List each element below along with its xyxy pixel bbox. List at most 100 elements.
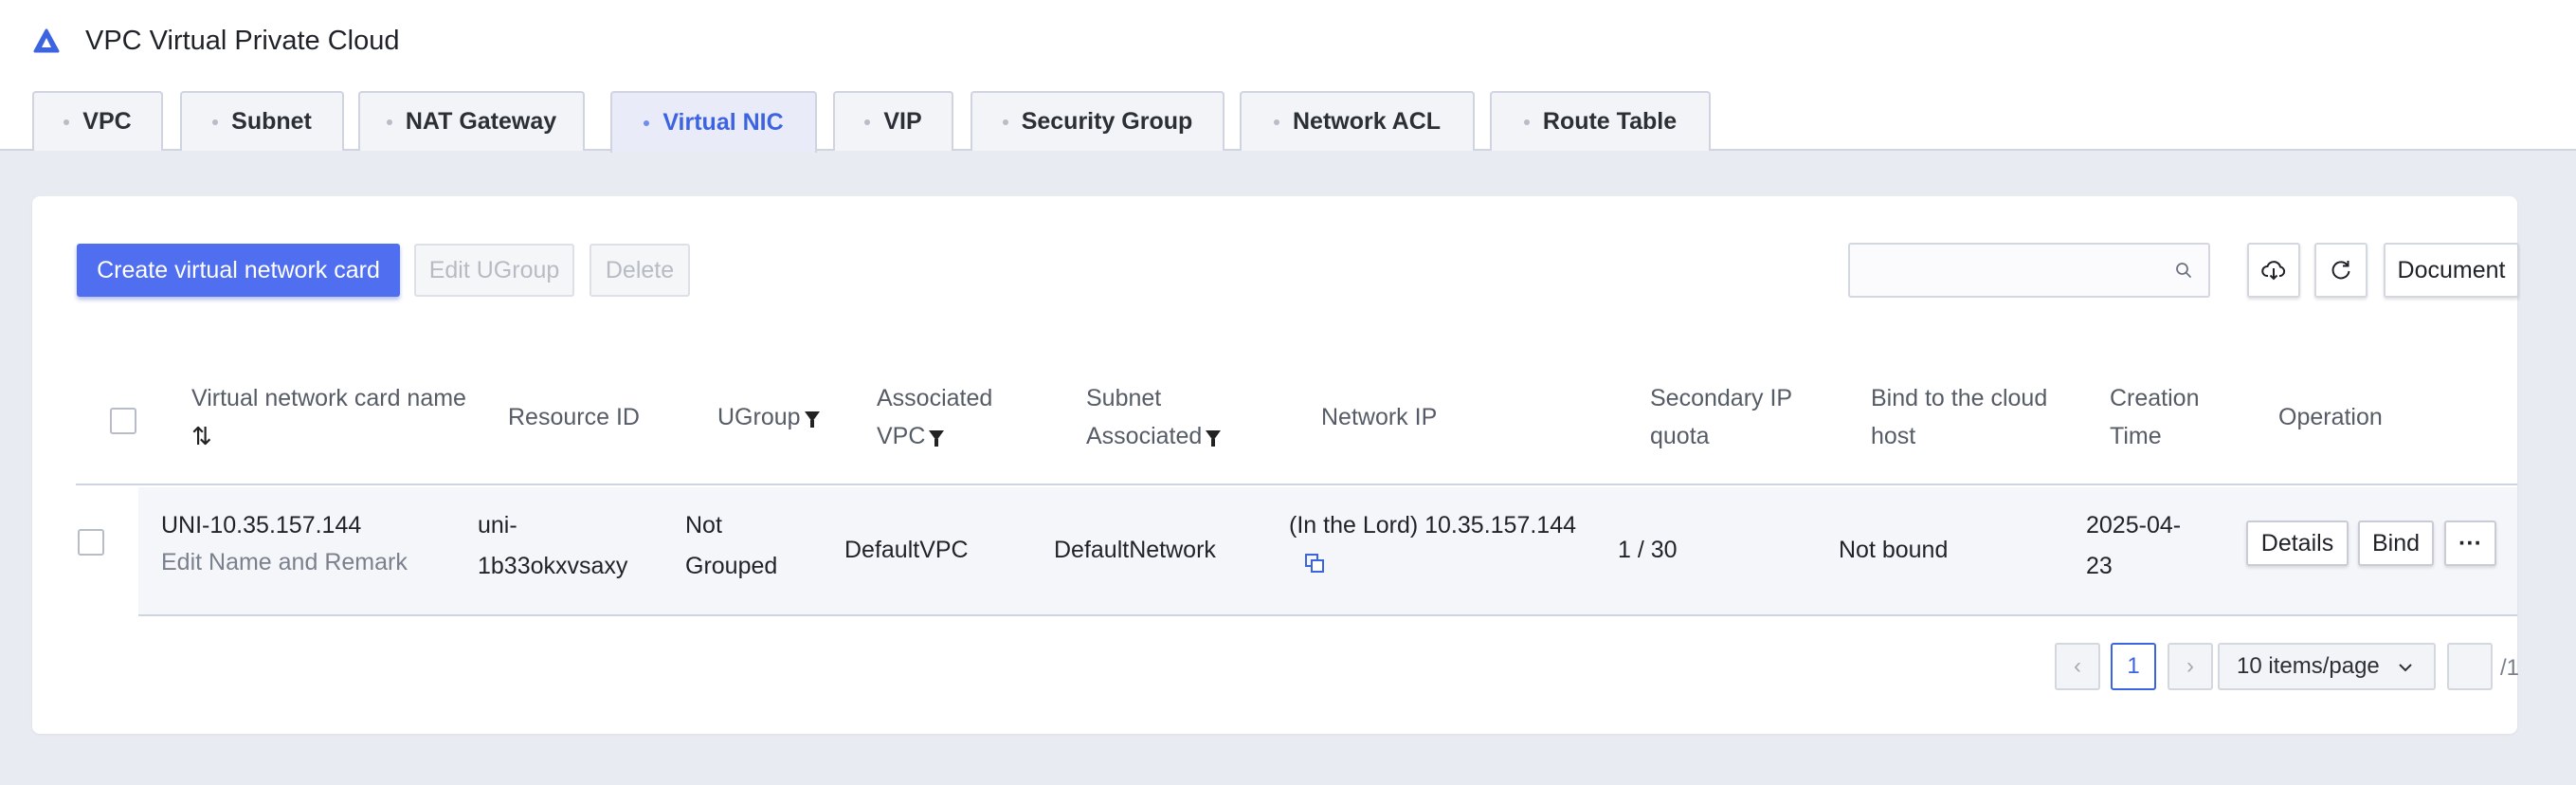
tab-label: VIP xyxy=(883,108,922,135)
bind-button[interactable]: Bind xyxy=(2358,520,2434,566)
page-size-select[interactable]: 10 items/page xyxy=(2218,643,2436,690)
cell-secondary-quota: 1 / 30 xyxy=(1618,537,1678,563)
cell-resource-id: uni- 1b33okxvsaxy xyxy=(478,505,627,587)
tab-dot-icon xyxy=(1002,119,1008,125)
tab-label: Network ACL xyxy=(1292,108,1442,135)
chevron-right-icon: › xyxy=(2186,653,2194,679)
top-header: VPC Virtual Private Cloud VPC Subnet NAT… xyxy=(0,0,2576,153)
header-label: Associated xyxy=(877,385,993,411)
cell-network-ip: (In the Lord) 10.35.157.144 xyxy=(1289,505,1576,587)
header-associated-vpc: Associated VPC xyxy=(877,379,992,455)
create-virtual-network-card-button[interactable]: Create virtual network card xyxy=(77,244,400,297)
resource-id-part: uni- xyxy=(478,512,517,539)
more-actions-button[interactable]: ··· xyxy=(2444,520,2496,566)
filter-icon[interactable] xyxy=(1206,429,1222,447)
tab-label: Security Group xyxy=(1021,108,1193,135)
header-name[interactable]: Virtual network card name ⇅ xyxy=(191,379,466,455)
header-label: Associated xyxy=(1086,423,1203,449)
copy-icon[interactable] xyxy=(1304,553,1325,574)
tab-dot-icon xyxy=(1523,119,1530,125)
header-creation-time: Creation Time xyxy=(2110,379,2200,455)
tab-dot-icon xyxy=(212,119,219,125)
delete-button[interactable]: Delete xyxy=(590,244,690,297)
download-button[interactable] xyxy=(2247,243,2300,298)
cell-subnet: DefaultNetwork xyxy=(1054,537,1216,563)
page-jump-input[interactable] xyxy=(2447,643,2493,690)
creation-date-part: 2025-04- xyxy=(2086,512,2182,539)
prev-page-button[interactable]: ‹ xyxy=(2055,643,2100,690)
cell-bind-status: Not bound xyxy=(1839,537,1949,563)
header-label: Time xyxy=(2110,423,2162,449)
header-ugroup: UGroup xyxy=(717,398,820,436)
tab-dot-icon xyxy=(644,119,650,126)
tab-label: VPC xyxy=(82,108,132,135)
tab-label: NAT Gateway xyxy=(405,108,557,135)
chevron-left-icon: ‹ xyxy=(2074,653,2081,679)
header-label: UGroup xyxy=(717,404,801,430)
page-size-label: 10 items/page xyxy=(2237,653,2380,679)
header-label: Virtual network card name xyxy=(191,385,466,411)
row-checkbox[interactable] xyxy=(78,529,104,556)
filter-icon[interactable] xyxy=(929,429,945,447)
creation-date-part: 23 xyxy=(2086,553,2113,579)
header-label: Bind to the cloud xyxy=(1871,385,2048,411)
sort-icon[interactable]: ⇅ xyxy=(191,417,466,455)
triangle-logo-icon xyxy=(33,28,60,52)
tab-dot-icon xyxy=(864,119,871,125)
cell-vpc: DefaultVPC xyxy=(844,537,969,563)
details-button[interactable]: Details xyxy=(2246,520,2349,566)
header-network-ip: Network IP xyxy=(1321,404,1438,430)
header-label: Secondary IP xyxy=(1650,385,1793,411)
content-panel: Create virtual network card Edit UGroup … xyxy=(32,196,2520,734)
refresh-button[interactable] xyxy=(2314,243,2367,298)
cell-ugroup: Not Grouped xyxy=(685,505,777,587)
tab-subnet[interactable]: Subnet xyxy=(180,91,344,151)
tab-label: Route Table xyxy=(1542,108,1678,135)
tab-network-acl[interactable]: Network ACL xyxy=(1240,91,1475,151)
tab-dot-icon xyxy=(63,119,70,125)
header-subnet-associated: Subnet Associated xyxy=(1086,379,1222,455)
network-ip-text: (In the Lord) 10.35.157.144 xyxy=(1289,512,1577,539)
search-icon xyxy=(2176,263,2191,278)
tab-vip[interactable]: VIP xyxy=(833,91,953,151)
next-page-button[interactable]: › xyxy=(2168,643,2213,690)
header-label: host xyxy=(1871,423,1916,449)
document-button[interactable]: Document xyxy=(2384,243,2519,298)
tab-route-table[interactable]: Route Table xyxy=(1490,91,1711,151)
chevron-down-icon xyxy=(2399,664,2412,672)
table-header: Virtual network card name ⇅ Resource ID … xyxy=(76,372,2517,485)
tab-dot-icon xyxy=(386,119,392,125)
brand: VPC Virtual Private Cloud xyxy=(32,26,400,57)
tab-security-group[interactable]: Security Group xyxy=(971,91,1225,151)
select-all-checkbox[interactable] xyxy=(110,408,136,434)
header-label: Subnet xyxy=(1086,385,1162,411)
header-label: VPC xyxy=(877,423,926,449)
tab-label: Virtual NIC xyxy=(662,109,784,136)
header-label: quota xyxy=(1650,423,1710,449)
ugroup-text: Grouped xyxy=(685,553,778,579)
header-resource-id: Resource ID xyxy=(508,404,640,430)
header-operation: Operation xyxy=(2278,404,2383,430)
tab-label: Subnet xyxy=(231,108,312,135)
tab-dot-icon xyxy=(1273,119,1279,125)
header-bind-cloud-host: Bind to the cloud host xyxy=(1871,379,2047,455)
app-title: VPC Virtual Private Cloud xyxy=(85,26,400,56)
header-label: Creation xyxy=(2110,385,2200,411)
page-total: /1 xyxy=(2500,655,2520,681)
cell-creation-time: 2025-04- 23 xyxy=(2086,505,2181,587)
tab-vpc[interactable]: VPC xyxy=(32,91,163,151)
tab-nat-gateway[interactable]: NAT Gateway xyxy=(358,91,585,151)
filter-icon[interactable] xyxy=(804,411,820,428)
nic-name: UNI-10.35.157.144 xyxy=(161,512,362,539)
edit-ugroup-button[interactable]: Edit UGroup xyxy=(414,244,574,297)
page-number-current[interactable]: 1 xyxy=(2111,643,2156,690)
refresh-icon xyxy=(2331,261,2350,280)
tab-virtual-nic[interactable]: Virtual NIC xyxy=(610,91,817,153)
edit-name-remark-link[interactable]: Edit Name and Remark xyxy=(161,542,408,583)
cell-name: UNI-10.35.157.144 Edit Name and Remark xyxy=(161,505,408,583)
resource-id-part: 1b33okxvsaxy xyxy=(478,553,628,579)
header-secondary-ip-quota: Secondary IP quota xyxy=(1650,379,1792,455)
cloud-download-icon xyxy=(2261,261,2286,281)
search-input[interactable] xyxy=(1848,243,2210,298)
ugroup-text: Not xyxy=(685,512,722,539)
